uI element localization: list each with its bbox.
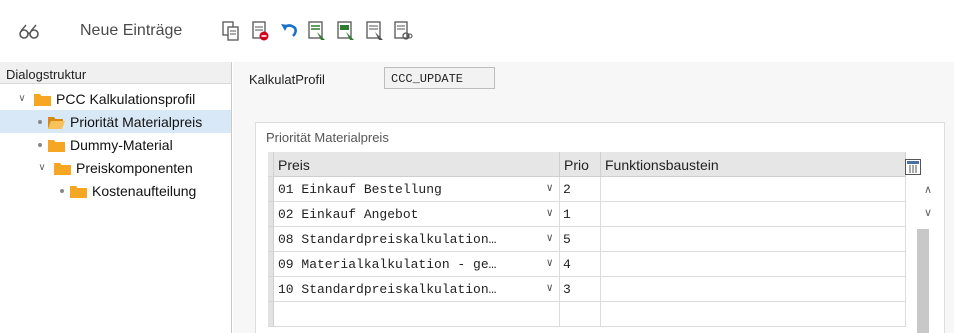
select-block-button[interactable] <box>335 19 357 43</box>
tree-item-prioritaet-materialpreis[interactable]: Priorität Materialpreis <box>0 110 231 133</box>
delete-button[interactable] <box>249 19 271 43</box>
page-title: Neue Einträge <box>80 22 183 39</box>
work-area: KalkulatProfil CCC_UPDATE Priorität Mate… <box>233 62 954 333</box>
folder-icon <box>54 161 71 175</box>
tree-item-label: Preiskomponenten <box>76 159 193 176</box>
copy-icon <box>222 21 239 41</box>
dialog-structure-panel: Dialogstruktur ∨ PCC Kalkulationsprofil … <box>0 62 232 333</box>
toolbar: Neue Einträge <box>0 0 954 62</box>
select-all-icon <box>308 21 325 40</box>
funktionsbaustein-field[interactable] <box>601 227 906 252</box>
funktionsbaustein-field[interactable] <box>601 252 906 277</box>
copy-button[interactable] <box>220 19 242 43</box>
scroll-down-icon[interactable]: ∨ <box>921 206 935 220</box>
preis-value: 09 Materialkalkulation - ge… <box>278 257 497 272</box>
column-header-funktionsbaustein[interactable]: Funktionsbaustein <box>601 152 906 177</box>
tree-item-label: PCC Kalkulationsprofil <box>56 90 196 107</box>
folder-icon <box>34 92 51 106</box>
column-header-preis[interactable]: Preis <box>274 152 560 177</box>
preis-dropdown[interactable] <box>274 302 560 327</box>
prio-field[interactable]: 3 <box>560 277 601 302</box>
tree-item-kostenaufteilung[interactable]: Kostenaufteilung <box>0 179 231 202</box>
glasses-icon[interactable] <box>18 22 40 42</box>
prio-field[interactable]: 1 <box>560 202 601 227</box>
chevron-down-icon[interactable]: ∨ <box>36 162 48 174</box>
preis-dropdown[interactable]: 01 Einkauf Bestellung ∨ <box>274 177 560 202</box>
undo-button[interactable] <box>278 19 300 43</box>
vertical-scrollbar[interactable] <box>917 229 929 333</box>
chevron-down-icon[interactable]: ∨ <box>546 281 553 295</box>
bullet-icon <box>38 142 42 147</box>
prio-field[interactable] <box>560 302 601 327</box>
folder-icon <box>70 184 87 198</box>
preis-value: 02 Einkauf Angebot <box>278 207 419 222</box>
deselect-icon <box>366 21 383 40</box>
select-all-button[interactable] <box>306 19 328 43</box>
column-header-prio[interactable]: Prio <box>560 152 601 177</box>
chevron-down-icon[interactable]: ∨ <box>16 93 28 105</box>
preis-value: 10 Standardpreiskalkulation… <box>278 282 497 297</box>
funktionsbaustein-field[interactable] <box>601 202 906 227</box>
bullet-icon <box>38 119 42 124</box>
preis-value: 08 Standardpreiskalkulation… <box>278 232 497 247</box>
tree-item-label: Dummy-Material <box>70 136 173 153</box>
undo-icon <box>281 24 297 37</box>
preis-dropdown[interactable]: 02 Einkauf Angebot ∨ <box>274 202 560 227</box>
prio-field[interactable]: 2 <box>560 177 601 202</box>
group-title: Priorität Materialpreis <box>266 130 389 145</box>
kalkulat-profil-label: KalkulatProfil <box>249 72 325 87</box>
prio-field[interactable]: 4 <box>560 252 601 277</box>
select-block-icon <box>337 21 354 40</box>
funktionsbaustein-field[interactable] <box>601 177 906 202</box>
chevron-down-icon[interactable]: ∨ <box>546 256 553 270</box>
funktionsbaustein-field[interactable] <box>601 277 906 302</box>
folder-open-icon <box>48 115 65 129</box>
prio-field[interactable]: 5 <box>560 227 601 252</box>
details-icon <box>394 21 413 40</box>
preis-dropdown[interactable]: 10 Standardpreiskalkulation… ∨ <box>274 277 560 302</box>
dialog-structure-header: Dialogstruktur <box>0 62 231 84</box>
tree-item-label: Priorität Materialpreis <box>70 113 203 130</box>
preis-dropdown[interactable]: 08 Standardpreiskalkulation… ∨ <box>274 227 560 252</box>
funktionsbaustein-field[interactable] <box>601 302 906 327</box>
tree-item-dummy-material[interactable]: Dummy-Material <box>0 133 231 156</box>
tree-item-pcc-profile[interactable]: ∨ PCC Kalkulationsprofil <box>0 87 231 110</box>
deselect-button[interactable] <box>364 19 386 43</box>
table-settings-icon[interactable] <box>905 159 921 175</box>
bullet-icon <box>60 188 64 193</box>
folder-icon <box>48 138 65 152</box>
details-button[interactable] <box>392 19 414 43</box>
preis-dropdown[interactable]: 09 Materialkalkulation - ge… ∨ <box>274 252 560 277</box>
delete-icon <box>252 21 269 41</box>
scroll-up-icon[interactable]: ∧ <box>921 183 935 197</box>
chevron-down-icon[interactable]: ∨ <box>546 206 553 220</box>
chevron-down-icon[interactable]: ∨ <box>546 181 553 195</box>
tree-item-label: Kostenaufteilung <box>92 182 197 199</box>
dialog-tree: ∨ PCC Kalkulationsprofil Priorität Mater… <box>0 84 231 202</box>
tree-item-preiskomponenten[interactable]: ∨ Preiskomponenten <box>0 156 231 179</box>
preis-value: 01 Einkauf Bestellung <box>278 182 442 197</box>
prioritaet-materialpreis-group: Priorität Materialpreis Preis Prio Funkt… <box>255 122 945 333</box>
chevron-down-icon[interactable]: ∨ <box>546 231 553 245</box>
kalkulat-profil-field[interactable]: CCC_UPDATE <box>384 67 495 89</box>
